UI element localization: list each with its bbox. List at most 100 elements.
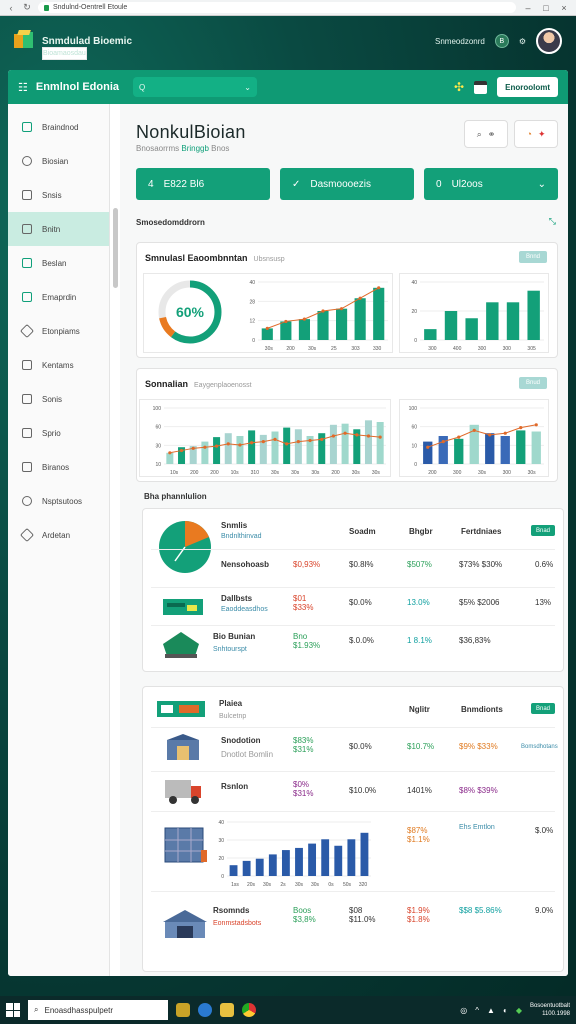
x-tick-label: 330 [373,346,382,352]
card-title: Sonnalian Eaygenplaoenosst [145,379,252,389]
taskbar-search-input[interactable]: ⌕ Enoasdhasspulpetr [28,1000,168,1020]
data-point [488,433,492,437]
back-icon[interactable]: ‹ [6,3,16,13]
user-badge[interactable]: B [494,34,509,48]
table-row[interactable]: Nensohoasb $0,93% $0.8l% $507% $73% $30%… [151,549,555,587]
row-title: Rsomnds [213,906,250,915]
bar [166,452,174,464]
volume-icon[interactable]: ◐ [503,1006,508,1015]
x-tick-label: 30s [372,470,381,476]
sidebar-scrollbar[interactable] [113,208,118,288]
y-tick-label: 20 [218,856,224,862]
sidebar-item-beslan[interactable]: Beslan [8,246,109,280]
sidebar-item-bnitn[interactable]: Bnitn [8,212,109,246]
taskbar-browser-icon[interactable] [198,1003,212,1017]
reload-icon[interactable]: ↻ [22,2,32,13]
sidebar-item-sonis[interactable]: Sonis [8,382,109,416]
table-row[interactable]: Rsnlon $0% $31% $10.0% 1401% $8% $39% [151,771,555,811]
network-icon[interactable]: ◎ [460,1006,467,1015]
cell-value: $08 $11.0% [349,906,376,924]
sidebar-item-biosian[interactable]: Biosian [8,144,109,178]
notification-icon[interactable]: ▲ [487,1006,495,1015]
sidebar-item-sprio[interactable]: Sprio [8,416,109,450]
table-row[interactable]: Snodotion Dnotlot Bomlin $83% $31% $0.0%… [151,727,558,771]
card-tag[interactable]: Bnnd [519,251,547,263]
stat-pill[interactable]: 4 E822 Bl6 [136,168,270,200]
maximize-icon[interactable]: □ [540,3,552,13]
stat-pill-dropdown[interactable]: 0 Ul2oos ⌄ [424,168,558,200]
table-row[interactable]: Rsomnds Eonmstadsbots Boos $3,8% $08 $11… [151,891,555,963]
app-window: ☷ Enmlnol Edonia Q ⌄ ✣ Enoroolomt Braind… [8,70,568,976]
badge[interactable]: Bnad [531,703,555,714]
taskbar-folder-icon[interactable] [220,1003,234,1017]
sidebar-item-kentams[interactable]: Kentams [8,348,109,382]
chevron-up-icon[interactable]: ^ [475,1006,479,1015]
apps-grid-icon[interactable]: ☷ [18,81,28,94]
sidebar-item-etonpiams[interactable]: Etonpiams [8,314,109,348]
sidebar-item-dashboard[interactable]: Braindnod [8,110,109,144]
data-point [265,326,269,330]
table-row[interactable]: Bio Bunian Snhtourspt Bno $1.93% $.0.0% … [151,625,555,665]
data-point [377,286,381,290]
header-search-button[interactable]: ⌕ ⚭ [464,120,508,148]
data-point [226,442,230,446]
x-tick-label: 10s [231,470,240,476]
plugin-icon[interactable]: ✣ [454,80,464,94]
calendar-icon[interactable] [474,80,488,94]
x-tick-label: 30s [352,470,361,476]
primary-action-button[interactable]: Enoroolomt [497,77,558,97]
data-point [261,440,265,444]
x-tick-label: 20s [247,882,256,888]
chart-panel: 40 20 0 300 400 300 300 305 [399,273,549,353]
x-tick-label: 310 [251,470,260,476]
data-point [355,433,359,437]
check-icon: ✓ [292,178,301,190]
app-tray-icon[interactable]: ◆ [516,1006,522,1015]
sidebar-item-nsptsutoos[interactable]: Nsptsutoos [8,484,109,518]
avatar[interactable] [536,28,562,54]
taskbar: ⌕ Enoasdhasspulpetr ◎ ^ ▲ ◐ ◆ Bosoentuotb… [0,996,576,1024]
cell-value: $8% $39% [459,786,498,795]
card-tag[interactable]: Bnud [519,377,547,389]
bar [283,427,291,464]
table-row[interactable]: 40 30 20 0 1ss 20s 30s 2s 30s 30s 0s 50s 320 $87% $1… [151,811,555,891]
bar [255,858,264,876]
sidebar-item-label: Bnitn [42,224,61,234]
home-icon [22,122,32,132]
clock-time[interactable]: 1100.1998 [530,1010,570,1018]
x-tick-label: 200 [210,470,219,476]
sidebar-item-ardetan[interactable]: Ardetan [8,518,109,552]
header-status-button[interactable]: ◔ ✦ [514,120,558,148]
sidebar-item-emaprdin[interactable]: Emaprdin [8,280,109,314]
taskbar-app-icon[interactable] [176,1003,190,1017]
cell-value: $5% $2006 [459,598,500,607]
start-menu-icon[interactable] [6,1003,20,1017]
sidebar-item-biranos[interactable]: Biranos [8,450,109,484]
table-row[interactable]: Dallbsts Eaoddeasdhos $01 $33% $0.0% 13.… [151,587,555,625]
badge[interactable]: Bnad [531,525,555,536]
cell-value: 1 8.1% [407,636,432,645]
taskbar-chrome-icon[interactable] [242,1003,256,1017]
expand-icon[interactable]: ⤡ [549,216,556,227]
sidebar-item-snsis[interactable]: Snsis [8,178,109,212]
row-desc: Dnotlot Bomlin [221,750,274,759]
x-tick-label: 300 [453,470,462,476]
address-bar[interactable]: Sndulnd-Oentrell Etoule [38,2,516,13]
breadcrumb: Bnosaorrms Bringgb Bnos [136,144,229,153]
bar [224,433,232,464]
settings-gear-icon[interactable]: ⚙ [519,37,526,46]
breadcrumb-link[interactable]: Bringgb [181,144,209,153]
bar [500,436,510,464]
y-tick-label: 40 [411,280,417,286]
minimize-icon[interactable]: – [522,3,534,13]
stat-pill[interactable]: ✓ Dasmoooezis [280,168,414,200]
user-label[interactable]: Snmeodzonrd [435,37,485,46]
search-input[interactable]: Q ⌄ [133,77,257,97]
pill-label: E822 Bl6 [163,178,205,190]
cell-value: $10.7% [407,742,435,751]
row-desc: Eaoddeasdhos [221,606,268,613]
app-name: Enmlnol Edonia [35,81,119,93]
close-icon[interactable]: × [558,3,570,13]
cell-value: $87% $1.1% [407,826,430,844]
bar [321,839,330,876]
